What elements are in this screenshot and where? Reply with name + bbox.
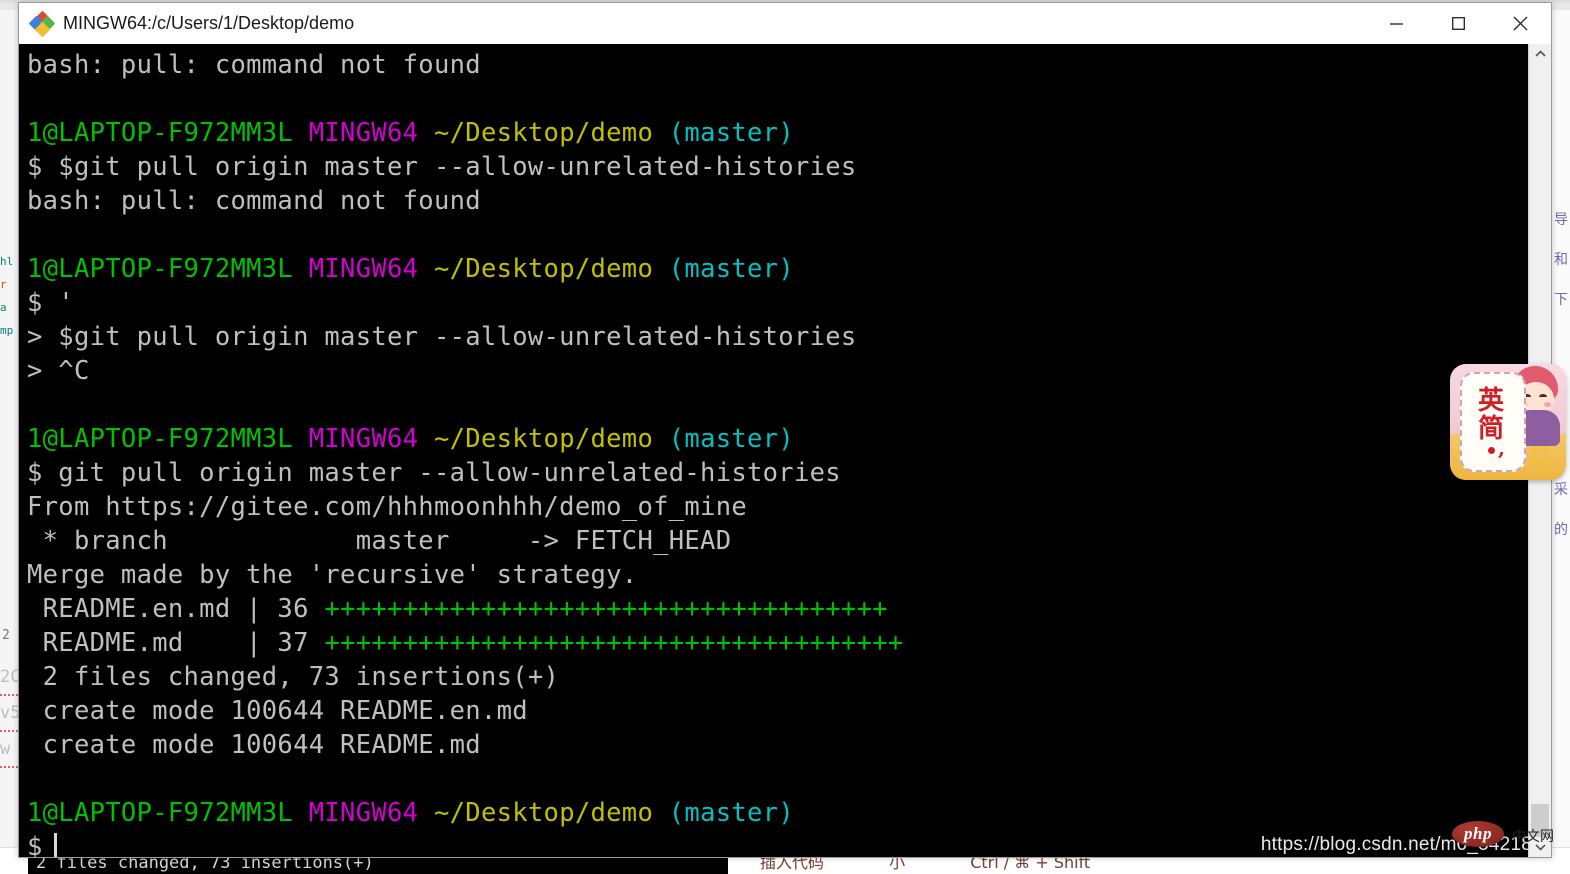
window-titlebar[interactable]: MINGW64:/c/Users/1/Desktop/demo [19, 3, 1551, 44]
terminal-span [653, 118, 669, 148]
terminal-span: MINGW64 [308, 118, 419, 148]
terminal-cursor-line: $ [27, 830, 1528, 857]
terminal-span: $ git pull origin master --allow-unrelat… [27, 458, 841, 488]
terminal-span: +++++++++++++++++++++++++++++++++++++ [324, 628, 904, 658]
terminal-span: (master) [668, 798, 794, 828]
terminal-span: From https://gitee.com/hhhmoonhhh/demo_o… [27, 492, 748, 522]
terminal-span: > $git pull origin master --allow-unrela… [27, 322, 857, 352]
terminal-span [653, 798, 669, 828]
terminal-command-line: $ ' [27, 286, 1528, 320]
terminal-screen[interactable]: bash: pull: command not found 1@LAPTOP-F… [19, 44, 1528, 857]
terminal-output-line: create mode 100644 README.en.md [27, 694, 1528, 728]
terminal-area: bash: pull: command not found 1@LAPTOP-F… [19, 44, 1551, 857]
terminal-span: 1@LAPTOP-F972MM3L [27, 254, 294, 284]
terminal-span: ++++++++++++++++++++++++++++++++++++ [324, 594, 888, 624]
terminal-span: bash: pull: command not found [27, 50, 481, 80]
terminal-span [418, 424, 434, 454]
ime-mode-primary: 英 [1477, 385, 1504, 416]
ime-floating-indicator[interactable]: 英 简 , [1450, 364, 1566, 480]
terminal-span [293, 424, 309, 454]
terminal-span: > ^C [27, 356, 90, 386]
terminal-span: 1@LAPTOP-F972MM3L [27, 118, 294, 148]
terminal-span [418, 254, 434, 284]
terminal-output-line: Merge made by the 'recursive' strategy. [27, 558, 1528, 592]
scroll-up-button[interactable] [1529, 44, 1551, 64]
terminal-span [418, 118, 434, 148]
terminal-command-line: > ^C [27, 354, 1528, 388]
terminal-command-line: $ git pull origin master --allow-unrelat… [27, 456, 1528, 490]
terminal-span: 1@LAPTOP-F972MM3L [27, 798, 294, 828]
terminal-span: 1@LAPTOP-F972MM3L [27, 424, 294, 454]
terminal-span: $ ' [27, 288, 74, 318]
terminal-output-line: create mode 100644 README.md [27, 728, 1528, 762]
scrollbar-thumb[interactable] [1531, 804, 1549, 838]
terminal-span [293, 254, 309, 284]
terminal-cursor [53, 833, 57, 857]
background-line-number: 2 [2, 628, 10, 643]
ime-status-dot [1487, 446, 1495, 454]
terminal-span: $ [27, 832, 43, 857]
terminal-span [653, 254, 669, 284]
maximize-button[interactable] [1427, 3, 1489, 44]
terminal-span: README.md | 37 [27, 628, 325, 658]
terminal-span [653, 424, 669, 454]
terminal-span: create mode 100644 README.md [27, 730, 481, 760]
terminal-span: ~/Desktop/demo [433, 254, 654, 284]
ime-punctuation-toggle[interactable]: , [1498, 436, 1505, 460]
terminal-span [418, 798, 434, 828]
terminal-span: ~/Desktop/demo [433, 118, 654, 148]
terminal-span: 2 files changed, 73 insertions(+) [27, 662, 560, 692]
terminal-command-line: > $git pull origin master --allow-unrela… [27, 320, 1528, 354]
terminal-prompt-line: 1@LAPTOP-F972MM3L MINGW64 ~/Desktop/demo… [27, 422, 1528, 456]
terminal-output-line: bash: pull: command not found [27, 48, 1528, 82]
terminal-span [293, 118, 309, 148]
mingw64-window: MINGW64:/c/Users/1/Desktop/demo bash: pu… [18, 2, 1552, 858]
terminal-span: bash: pull: command not found [27, 186, 481, 216]
terminal-span: * branch master -> FETCH_HEAD [27, 526, 732, 556]
terminal-output-line: * branch master -> FETCH_HEAD [27, 524, 1528, 558]
terminal-output: bash: pull: command not found 1@LAPTOP-F… [27, 44, 1528, 857]
background-cjk-char: 的 [1554, 522, 1568, 538]
minimize-button[interactable] [1365, 3, 1427, 44]
terminal-span: (master) [668, 254, 794, 284]
terminal-span: (master) [668, 118, 794, 148]
terminal-span [293, 798, 309, 828]
terminal-span: MINGW64 [308, 254, 419, 284]
terminal-span: ~/Desktop/demo [433, 798, 654, 828]
terminal-diffstat-line: README.md | 37 +++++++++++++++++++++++++… [27, 626, 1528, 660]
terminal-output-line: 2 files changed, 73 insertions(+) [27, 660, 1528, 694]
terminal-prompt-line: 1@LAPTOP-F972MM3L MINGW64 ~/Desktop/demo… [27, 116, 1528, 150]
terminal-span: ~/Desktop/demo [433, 424, 654, 454]
close-button[interactable] [1489, 3, 1551, 44]
terminal-span: Merge made by the 'recursive' strategy. [27, 560, 638, 590]
terminal-span: MINGW64 [308, 424, 419, 454]
terminal-span: (master) [668, 424, 794, 454]
mintty-diamond-icon [28, 10, 56, 37]
terminal-prompt-line: 1@LAPTOP-F972MM3L MINGW64 ~/Desktop/demo… [27, 252, 1528, 286]
window-controls [1365, 3, 1551, 44]
terminal-output-line: From https://gitee.com/hhhmoonhhh/demo_o… [27, 490, 1528, 524]
background-cjk-char: 导 [1554, 212, 1568, 228]
terminal-span: MINGW64 [308, 798, 419, 828]
terminal-command-line: $ $git pull origin master --allow-unrela… [27, 150, 1528, 184]
ime-mode-labels: 英 简 [1460, 372, 1522, 468]
terminal-span: create mode 100644 README.en.md [27, 696, 528, 726]
screen-root: hl r a mp 2 2C v5 w 导 和 下 采 的 2 files ch… [0, 0, 1570, 874]
scroll-down-button[interactable] [1529, 837, 1551, 857]
window-title: MINGW64:/c/Users/1/Desktop/demo [63, 13, 355, 33]
terminal-prompt-line: 1@LAPTOP-F972MM3L MINGW64 ~/Desktop/demo… [27, 796, 1528, 830]
background-cjk-char: 下 [1554, 292, 1568, 308]
terminal-span: $ $git pull origin master --allow-unrela… [27, 152, 857, 182]
terminal-diffstat-line: README.en.md | 36 ++++++++++++++++++++++… [27, 592, 1528, 626]
background-cjk-char: 和 [1554, 252, 1568, 268]
terminal-span: README.en.md | 36 [27, 594, 325, 624]
terminal-output-line: bash: pull: command not found [27, 184, 1528, 218]
